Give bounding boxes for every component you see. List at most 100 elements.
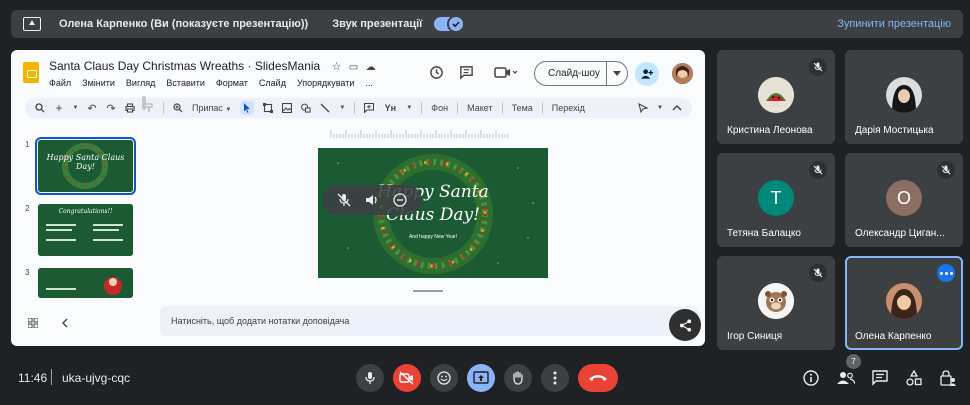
collapse-filmstrip-icon[interactable]: [61, 318, 68, 328]
line-icon[interactable]: [320, 103, 330, 113]
slides-logo-icon: [23, 62, 39, 83]
slideshow-dropdown-icon[interactable]: [607, 71, 627, 76]
menu-more[interactable]: ...: [365, 78, 373, 88]
chevron-down-icon[interactable]: ▼: [73, 103, 79, 113]
background-button[interactable]: Фон: [431, 103, 448, 113]
filmstrip-scrollbar[interactable]: [142, 96, 146, 110]
undo-icon[interactable]: ↶: [87, 103, 97, 115]
meet-camera-icon[interactable]: [494, 66, 518, 79]
comment-icon[interactable]: [459, 65, 474, 80]
leave-call-button[interactable]: [578, 364, 618, 392]
select-cursor-icon[interactable]: [240, 101, 255, 115]
shapes-icon[interactable]: [301, 103, 311, 113]
presentation-window: Santa Claus Day Christmas Wreaths · Slid…: [11, 50, 705, 346]
participant-tile[interactable]: Ігор Синиця: [717, 256, 835, 350]
participant-name: Тетяна Балацко: [727, 228, 801, 239]
editor-toolbar: + ▼ ↶ ↷ Припас ▼ ▼ Yʜ ▼ Фон Макет Тема П…: [25, 98, 692, 118]
document-title[interactable]: Santa Claus Day Christmas Wreaths · Slid…: [49, 59, 376, 73]
menu-format[interactable]: Формат: [216, 78, 248, 88]
mic-off-icon: [809, 161, 827, 179]
toolbar-divider: [354, 102, 356, 114]
speaker-notes[interactable]: Натисніть, щоб додати нотатки доповідача: [160, 306, 698, 336]
participant-tile[interactable]: Кристина Леонова: [717, 50, 835, 144]
zoom-icon[interactable]: [173, 103, 183, 113]
share-presentation-button[interactable]: [669, 309, 701, 341]
image-icon[interactable]: [282, 103, 293, 113]
slide-thumbnail[interactable]: Happy Santa Claus Day!: [35, 137, 136, 195]
collapse-toolbar-icon[interactable]: [672, 103, 682, 113]
menu-slide[interactable]: Слайд: [259, 78, 286, 88]
participant-tile-self[interactable]: Олена Карпенко: [845, 256, 963, 350]
volume-icon[interactable]: [365, 193, 379, 207]
slide-thumbnail[interactable]: [38, 268, 133, 298]
chat-icon: [872, 370, 888, 386]
add-comment-icon[interactable]: [364, 103, 375, 113]
stop-presenting-button[interactable]: Зупинити презентацію: [837, 18, 951, 30]
participant-name: Олена Карпенко: [855, 331, 932, 342]
print-icon[interactable]: [125, 103, 135, 113]
line-dropdown-icon[interactable]: ▼: [339, 105, 345, 111]
minimize-icon[interactable]: [393, 193, 407, 207]
sound-toggle[interactable]: [434, 15, 466, 33]
camera-off-icon: [399, 371, 414, 385]
avatar: T: [758, 180, 794, 216]
menu-insert[interactable]: Вставити: [166, 78, 205, 88]
search-icon[interactable]: [35, 103, 45, 113]
frame-select-icon[interactable]: [263, 103, 274, 113]
activities-button[interactable]: [904, 368, 924, 388]
toolbar-divider: [457, 102, 459, 114]
slideshow-button[interactable]: Слайд-шоу: [534, 61, 628, 86]
menu-arrange[interactable]: Упорядкувати: [297, 78, 354, 88]
participant-tile[interactable]: Дарія Мостицька: [845, 50, 963, 144]
slide-thumbnail[interactable]: Congratulations!!: [38, 204, 133, 256]
avatar: [758, 77, 794, 113]
redo-icon[interactable]: ↷: [106, 103, 116, 115]
present-button[interactable]: [467, 364, 495, 392]
share-button[interactable]: [635, 62, 659, 86]
participant-tile[interactable]: O Олександр Циган...: [845, 153, 963, 247]
folder-icon[interactable]: ▭: [349, 62, 358, 73]
raise-hand-button[interactable]: [504, 364, 532, 392]
share-icon: [679, 318, 691, 332]
hand-icon: [513, 371, 523, 385]
toolbar-divider: [421, 102, 423, 114]
chat-button[interactable]: [870, 368, 890, 388]
menu-edit[interactable]: Змінити: [82, 78, 115, 88]
slide-resize-handle[interactable]: [413, 290, 443, 292]
hang-up-icon: [589, 375, 607, 381]
lock-person-icon: [940, 370, 956, 386]
microphone-button[interactable]: [356, 364, 384, 392]
thumb-title: Congratulations!!: [58, 208, 113, 215]
ruler: [161, 130, 671, 138]
more-options-button[interactable]: [541, 364, 569, 392]
transition-button[interactable]: Перехід: [552, 103, 585, 113]
add-person-icon: [640, 69, 653, 79]
menu-file[interactable]: Файл: [49, 78, 71, 88]
pen-icon[interactable]: [638, 103, 649, 113]
reactions-button[interactable]: [430, 364, 458, 392]
add-icon[interactable]: +: [54, 101, 64, 115]
profile-avatar[interactable]: [672, 63, 693, 84]
menu-view[interactable]: Вигляд: [126, 78, 156, 88]
pen-dropdown-icon[interactable]: ▼: [657, 105, 663, 111]
star-icon[interactable]: ☆: [332, 61, 342, 73]
grid-view-icon[interactable]: [28, 318, 38, 328]
people-button[interactable]: [836, 368, 856, 388]
participant-name: Олександр Циган...: [855, 228, 945, 239]
camera-button[interactable]: [393, 364, 421, 392]
participant-tile[interactable]: T Тетяна Балацко: [717, 153, 835, 247]
avatar: [758, 283, 794, 319]
zoom-select[interactable]: Припас ▼: [192, 103, 231, 113]
input-dropdown-icon[interactable]: ▼: [406, 105, 412, 111]
presenter-text: Олена Карпенко (Ви (показуєте презентаці…: [59, 18, 309, 30]
input-tools-icon[interactable]: Yʜ: [383, 103, 397, 113]
meeting-details-button[interactable]: [801, 368, 821, 388]
notes-placeholder: Натисніть, щоб додати нотатки доповідача: [171, 316, 350, 326]
more-options-icon[interactable]: [937, 264, 955, 282]
host-controls-button[interactable]: [938, 368, 958, 388]
layout-button[interactable]: Макет: [467, 103, 492, 113]
cloud-icon[interactable]: ☁: [366, 62, 376, 73]
history-icon[interactable]: [429, 65, 444, 80]
theme-button[interactable]: Тема: [512, 103, 533, 113]
mute-presentation-icon[interactable]: [337, 193, 351, 207]
